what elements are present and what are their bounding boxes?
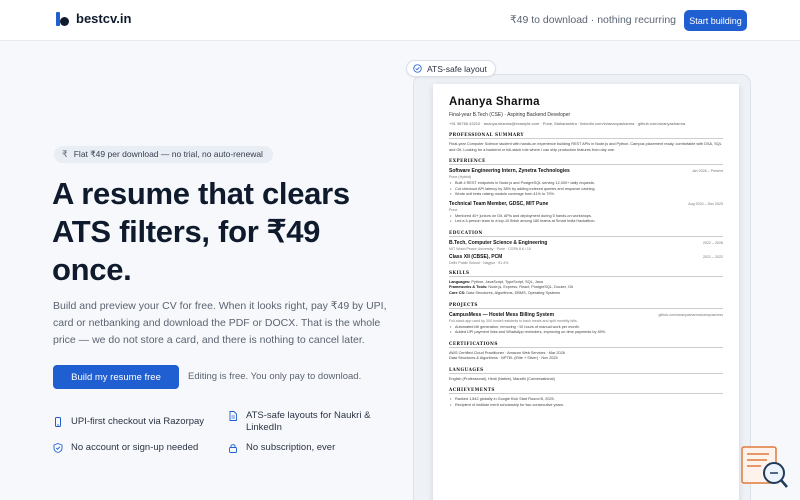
brand-logo[interactable]: bestcv.in: [56, 11, 131, 26]
feature-item: ATS-safe layouts for Naukri & LinkedIn: [228, 410, 378, 434]
pricing-badge-label: Flat ₹49 per download — no trial, no aut…: [73, 149, 263, 159]
pricing-note: ₹49 to download · nothing recurring: [509, 14, 676, 26]
top-nav: bestcv.in ₹49 to download · nothing recu…: [0, 0, 800, 41]
feature-label: No account or sign-up needed: [71, 442, 199, 453]
resume-search-icon: [741, 446, 788, 488]
resume-entry-date: Jan 2026 – Present: [691, 169, 723, 173]
resume-entry-date: Aug 2024 – Dec 2025: [688, 201, 723, 206]
resume-section-title: CERTIFICATIONS: [449, 341, 723, 348]
phone-icon: [55, 417, 61, 427]
resume-role: Final-year B.Tech (CSE) · Aspiring Backe…: [449, 112, 571, 118]
skill-value: Node.js, Express, React, PostgreSQL, Doc…: [488, 285, 573, 290]
resume-bullet: Added UPI payment links and WhatsApp rem…: [449, 330, 723, 336]
feature-item: No account or sign-up needed: [53, 442, 198, 454]
resume-summary: Final-year Computer Science student with…: [449, 142, 722, 152]
resume-entry-title: Software Engineering Intern, Zynetra Tec…: [449, 168, 570, 174]
resume-section-title: LANGUAGES: [449, 367, 723, 374]
rupee-icon: ₹: [62, 149, 68, 159]
resume-languages: English (Professional), Hindi (Native), …: [449, 376, 555, 381]
ats-safe-pill: ATS-safe layout: [406, 60, 496, 77]
resume-bullets: Ranked 1,842 globally in Google Kick Sta…: [449, 397, 723, 408]
resume-entry-header: CampusMess — Hostel Mess Billing System …: [449, 312, 723, 318]
resume-bullet: Recipient of institute merit scholarship…: [449, 403, 723, 409]
brand-name: bestcv.in: [76, 11, 132, 26]
lock-icon: [229, 444, 237, 453]
skill-value: Python, JavaScript, TypeScript, SQL, Jav…: [471, 279, 543, 284]
skill-label: Core CS:: [449, 291, 466, 296]
feature-label: UPI-first checkout via Razorpay: [71, 416, 205, 427]
resume-certification: Data Structures & Algorithms · NPTEL (El…: [449, 356, 558, 361]
resume-bullet: Wrote unit tests raising module coverage…: [449, 192, 723, 198]
resume-section-title: PROJECTS: [449, 302, 723, 309]
resume-section-title: SKILLS: [449, 270, 723, 277]
resume-entry-title: Class XII (CBSE), PCM: [449, 253, 503, 260]
hero-title: A resume that clears ATS filters, for ₹4…: [52, 176, 350, 287]
resume-entry-header: Software Engineering Intern, Zynetra Tec…: [449, 168, 723, 174]
resume-entry-date: 2022 – 2026: [703, 240, 723, 245]
pricing-badge: ₹ Flat ₹49 per download — no trial, no a…: [54, 146, 273, 163]
resume-section-title: PROFESSIONAL SUMMARY: [449, 132, 723, 139]
resume-bullets: Automated bill generation, removing ~10 …: [449, 325, 723, 336]
feature-label: No subscription, ever: [246, 442, 336, 453]
feature-label: ATS-safe layouts for Naukri & LinkedIn: [246, 410, 371, 433]
check-circle-icon: [413, 64, 422, 73]
resume-preview: Ananya Sharma Final-year B.Tech (CSE) · …: [433, 84, 739, 500]
shield-check-icon: [53, 443, 63, 453]
resume-bullets: Mentored 40+ juniors on Git, APIs and de…: [449, 214, 723, 225]
resume-contact: +91 98765 43210 · ananya.sharma@example.…: [449, 121, 686, 126]
feature-item: UPI-first checkout via Razorpay: [53, 416, 204, 428]
skill-value: Data Structures, Algorithms, DBMS, Opera…: [466, 291, 561, 296]
resume-entry-header: Technical Team Member, GDSC, MIT Pune Au…: [449, 201, 723, 207]
resume-entry-title: B.Tech, Computer Science & Engineering: [449, 239, 548, 246]
resume-entry-header: Class XII (CBSE), PCM 2021 – 2022: [449, 254, 723, 260]
resume-section-title: ACHIEVEMENTS: [449, 387, 723, 395]
resume-section-title: EXPERIENCE: [449, 158, 723, 165]
resume-entry-sub: Pune (Hybrid): [449, 175, 472, 179]
skill-label: Languages:: [449, 279, 471, 284]
skill-label: Frameworks & Tools:: [449, 285, 488, 290]
ats-pill-label: ATS-safe layout: [427, 63, 487, 74]
resume-name: Ananya Sharma: [449, 96, 540, 108]
resume-entry-header: B.Tech, Computer Science & Engineering 2…: [449, 240, 723, 246]
cta-note: Editing is free. You only pay to downloa…: [188, 371, 362, 382]
resume-bullets: Built 4 REST endpoints in Node.js and Po…: [449, 181, 723, 198]
build-resume-button[interactable]: Build my resume free: [53, 365, 179, 389]
resume-section-title: EDUCATION: [449, 230, 723, 237]
resume-entry-sub: MIT World Peace University · Pune · CGPA…: [449, 246, 531, 251]
resume-entry-sub: Delhi Public School · Nagpur · 91.4%: [449, 260, 509, 265]
resume-entry-title: Technical Team Member, GDSC, MIT Pune: [449, 200, 549, 207]
resume-skill-line: Core CS: Data Structures, Algorithms, DB…: [449, 291, 723, 297]
resume-bullet: Led a 4-person team to a top-10 finish a…: [449, 219, 723, 225]
logo-icon: [56, 11, 70, 26]
resume-entry-title: CampusMess — Hostel Mess Billing System: [449, 311, 555, 318]
resume-entry-sub: Full-stack app used by 300 hostel reside…: [449, 318, 578, 323]
resume-entry-date: 2021 – 2022: [703, 254, 723, 259]
start-building-button[interactable]: Start building: [684, 10, 747, 31]
feature-item: No subscription, ever: [228, 442, 335, 454]
resume-project-link: github.com/ananyasharma/campusmess: [658, 312, 723, 317]
resume-entry-sub: Pune: [449, 207, 458, 212]
document-icon: [229, 411, 237, 421]
hero-description: Build and preview your CV for free. When…: [53, 300, 387, 346]
